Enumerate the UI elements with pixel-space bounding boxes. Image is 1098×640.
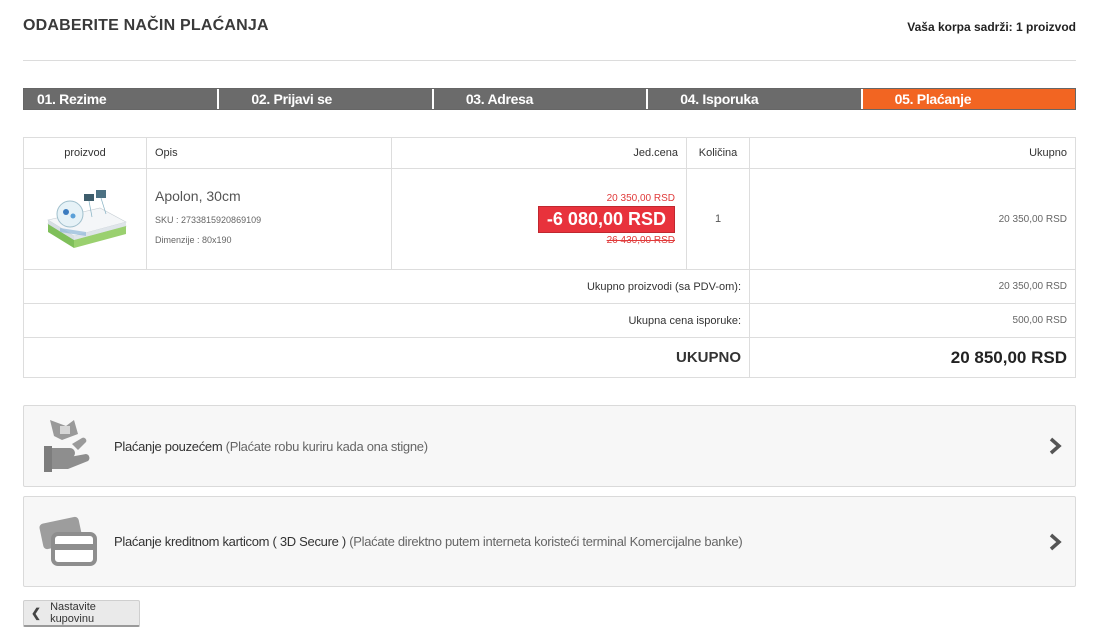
credit-card-icon: [24, 497, 114, 586]
current-price: 20 350,00 RSD: [606, 192, 675, 204]
products-total-value: 20 350,00 RSD: [749, 269, 1076, 304]
product-image-cell: [23, 168, 147, 270]
shipping-label: Ukupna cena isporuke:: [23, 303, 750, 338]
product-sku: SKU : 2733815920869109: [155, 215, 262, 225]
product-description-cell: Apolon, 30cm SKU : 2733815920869109 Dime…: [146, 168, 392, 270]
step-summary[interactable]: 01. Rezime: [24, 89, 220, 109]
chevron-right-icon: [1035, 532, 1075, 552]
header-unit-price: Jed.cena: [391, 137, 687, 169]
discount-badge: -6 080,00 RSD: [537, 205, 675, 233]
step-address[interactable]: 03. Adresa: [433, 89, 649, 109]
payment-cash-text: Plaćanje pouzećem (Plaćate robu kuriru k…: [114, 439, 1035, 454]
grand-total-row: UKUPNO 20 850,00 RSD: [23, 337, 1076, 378]
cart-table: proizvod Opis Jed.cena Količina Ukupno A…: [23, 137, 1076, 378]
step-payment: 05. Plaćanje: [862, 89, 1076, 109]
product-dimensions: Dimenzije : 80x190: [155, 235, 232, 245]
payment-cash-title: Plaćanje pouzećem: [114, 438, 223, 454]
step-shipping[interactable]: 04. Isporuka: [648, 89, 863, 109]
header-description: Opis: [146, 137, 392, 169]
header-total: Ukupno: [749, 137, 1076, 169]
shipping-row: Ukupna cena isporuke: 500,00 RSD: [23, 303, 1076, 338]
cash-hand-icon: [24, 406, 114, 486]
chevron-right-icon: [1035, 436, 1075, 456]
header-product: proizvod: [23, 137, 147, 169]
grand-total-label: UKUPNO: [23, 337, 750, 378]
product-image[interactable]: [40, 184, 130, 254]
product-name[interactable]: Apolon, 30cm: [155, 188, 391, 204]
page-title: ODABERITE NAČIN PLAĆANJA: [23, 17, 269, 34]
chevron-left-icon: ❮: [31, 606, 42, 620]
unit-price-cell: 20 350,00 RSD -6 080,00 RSD 26 430,00 RS…: [391, 168, 687, 270]
item-total: 20 350,00 RSD: [749, 168, 1076, 270]
quantity-value: 1: [686, 168, 750, 270]
continue-shopping-label: Nastavite kupovinu: [50, 601, 96, 625]
products-total-row: Ukupno proizvodi (sa PDV-om): 20 350,00 …: [23, 269, 1076, 304]
payment-cash-subtitle: (Plaćate robu kuriru kada ona stigne): [225, 438, 428, 454]
table-header-row: proizvod Opis Jed.cena Količina Ukupno: [23, 137, 1076, 169]
cart-summary: Vaša korpa sadrži: 1 proizvod: [907, 20, 1076, 34]
shipping-value: 500,00 RSD: [749, 303, 1076, 338]
grand-total-value: 20 850,00 RSD: [749, 337, 1076, 378]
payment-card-title: Plaćanje kreditnom karticom ( 3D Secure …: [114, 534, 346, 549]
header-quantity: Količina: [686, 137, 750, 169]
payment-credit-card[interactable]: Plaćanje kreditnom karticom ( 3D Secure …: [23, 496, 1076, 587]
table-row: Apolon, 30cm SKU : 2733815920869109 Dime…: [23, 168, 1076, 270]
step-login[interactable]: 02. Prijavi se: [219, 89, 434, 109]
old-price: 26 430,00 RSD: [606, 234, 675, 246]
payment-card-subtitle: (Plaćate direktno putem interneta korist…: [349, 534, 743, 549]
header-divider: [23, 60, 1076, 61]
checkout-steps: 01. Rezime 02. Prijavi se 03. Adresa 04.…: [23, 88, 1076, 110]
continue-shopping-button[interactable]: ❮ Nastavite kupovinu: [23, 600, 140, 627]
payment-cash-on-delivery[interactable]: Plaćanje pouzećem (Plaćate robu kuriru k…: [23, 405, 1076, 487]
payment-card-text: Plaćanje kreditnom karticom ( 3D Secure …: [114, 534, 1035, 549]
products-total-label: Ukupno proizvodi (sa PDV-om):: [23, 269, 750, 304]
